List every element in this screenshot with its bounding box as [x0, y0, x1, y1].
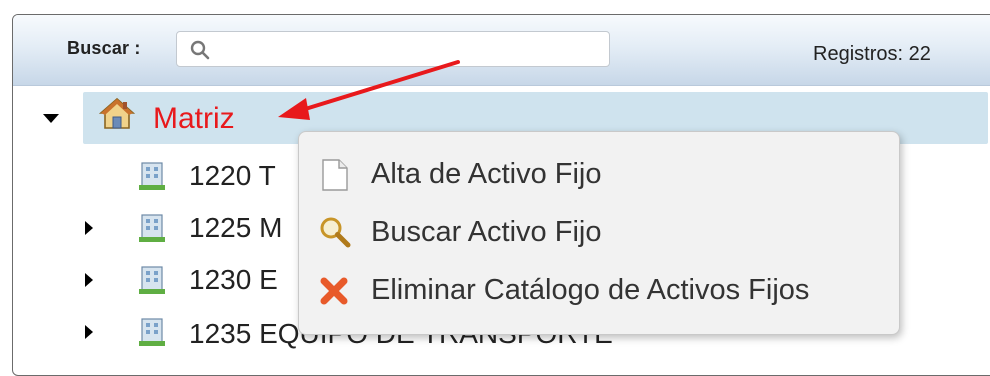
tree-node-label[interactable]: 1230 E	[189, 264, 278, 296]
expand-toggle-1235[interactable]	[85, 325, 93, 339]
document-icon	[322, 159, 348, 191]
magnifier-icon	[320, 217, 351, 248]
menu-item-label: Alta de Activo Fijo	[371, 158, 602, 190]
building-icon	[139, 162, 165, 190]
menu-item-label: Eliminar Catálogo de Activos Fijos	[371, 274, 810, 306]
context-menu: Alta de Activo Fijo Buscar Activo Fijo E…	[298, 131, 900, 335]
search-icon	[190, 40, 210, 60]
menu-item-alta[interactable]: Alta de Activo Fijo	[317, 152, 889, 202]
menu-item-buscar[interactable]: Buscar Activo Fijo	[317, 210, 889, 260]
building-icon	[139, 214, 165, 242]
expand-toggle-1225[interactable]	[85, 221, 93, 235]
building-icon	[139, 266, 165, 294]
search-input[interactable]	[176, 31, 610, 67]
tree-node-label[interactable]: 1220 T	[189, 160, 276, 192]
expand-toggle-matriz[interactable]	[43, 114, 59, 123]
delete-x-icon	[320, 277, 348, 305]
menu-item-eliminar[interactable]: Eliminar Catálogo de Activos Fijos	[317, 268, 889, 318]
search-label: Buscar :	[67, 38, 141, 58]
menu-item-label: Buscar Activo Fijo	[371, 216, 602, 248]
home-icon	[99, 97, 135, 129]
tree-node-label: Matriz	[153, 102, 235, 135]
search-toolbar: Buscar : Registros: 22	[13, 15, 990, 86]
expand-toggle-1230[interactable]	[85, 273, 93, 287]
tree-node-label[interactable]: 1225 M	[189, 212, 282, 244]
records-count: Registros: 22	[813, 43, 931, 65]
building-icon	[139, 318, 165, 346]
